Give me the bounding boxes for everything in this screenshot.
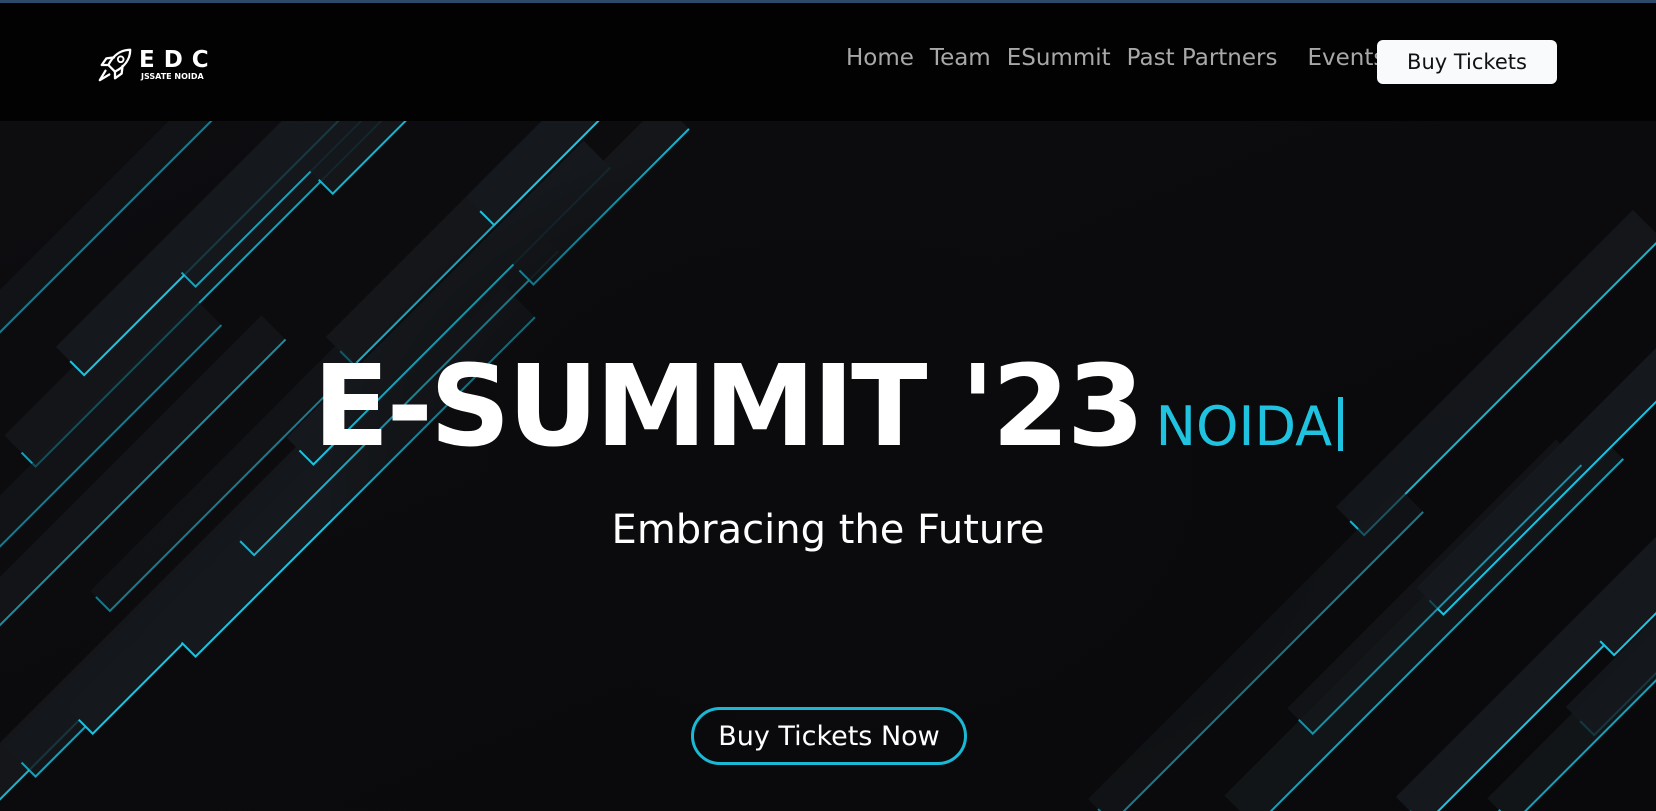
hero-title: E-SUMMIT '23	[312, 342, 1145, 472]
nav-link-home[interactable]: Home	[846, 45, 914, 71]
nav-link-team[interactable]: Team	[930, 45, 991, 71]
nav-link-events[interactable]: Events	[1307, 45, 1385, 71]
typing-cursor	[1338, 397, 1344, 451]
buy-tickets-now-button[interactable]: Buy Tickets Now	[691, 707, 967, 765]
nav-link-past-partners[interactable]: Past Partners	[1127, 45, 1278, 71]
nav-menu: Home Team ESummit Past Partners Events	[846, 45, 1401, 71]
brand-logo[interactable]: EDC JSSATE NOIDA	[96, 45, 218, 85]
logo-subtext: JSSATE NOIDA	[141, 72, 204, 81]
nav-link-esummit[interactable]: ESummit	[1007, 45, 1111, 71]
logo-text: EDC	[139, 47, 218, 73]
hero-location: NOIDA	[1155, 395, 1344, 458]
navbar: EDC JSSATE NOIDA Home Team ESummit Past …	[0, 3, 1656, 121]
hero-section: E-SUMMIT '23 NOIDA Embracing the Future …	[0, 121, 1656, 811]
hero-title-row: E-SUMMIT '23 NOIDA	[0, 347, 1656, 467]
buy-tickets-button[interactable]: Buy Tickets	[1377, 40, 1557, 84]
hero-tagline: Embracing the Future	[611, 507, 1045, 553]
rocket-icon	[98, 48, 132, 82]
hero-location-text: NOIDA	[1155, 395, 1333, 458]
